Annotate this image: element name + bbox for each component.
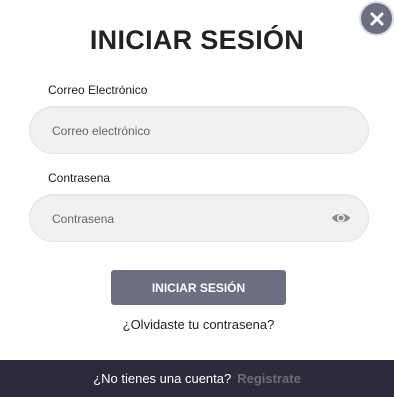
eye-icon[interactable] bbox=[331, 210, 351, 226]
register-link[interactable]: Registrate bbox=[237, 371, 301, 386]
password-field-wrapper bbox=[29, 194, 369, 243]
forgot-password-link[interactable]: ¿Olvidaste tu contrasena? bbox=[0, 317, 394, 332]
password-field[interactable] bbox=[50, 195, 334, 243]
signup-question: ¿No tienes una cuenta? bbox=[93, 371, 232, 386]
email-field[interactable] bbox=[50, 107, 334, 155]
email-field-wrapper bbox=[29, 106, 369, 155]
email-label: Correo Electrónico bbox=[48, 83, 148, 97]
password-label: Contrasena bbox=[48, 171, 111, 185]
login-button[interactable]: INICIAR SESIÓN bbox=[111, 270, 286, 305]
signup-footer: ¿No tienes una cuenta? Registrate bbox=[0, 360, 394, 397]
modal-title: INICIAR SESIÓN bbox=[89, 25, 305, 55]
